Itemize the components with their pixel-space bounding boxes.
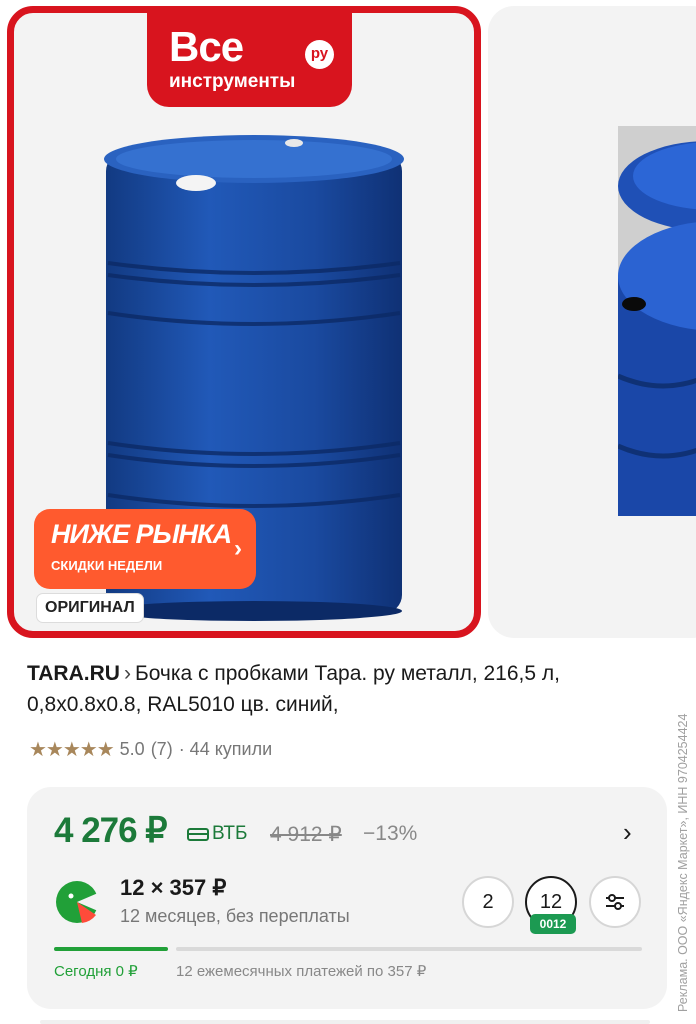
discount-badge: −13% xyxy=(363,822,418,845)
divider xyxy=(40,1020,650,1024)
purchase-count: · 44 купили xyxy=(178,738,273,759)
installment-terms: 12 месяцев, без переплаты xyxy=(120,906,350,926)
star-rating-icon: ★★★★★ xyxy=(29,738,115,761)
chevron-right-icon: › xyxy=(234,535,242,562)
original-badge: ОРИГИНАЛ xyxy=(36,593,144,623)
promo-banner-below-market[interactable]: НИЖЕ РЫНКА СКИДКИ НЕДЕЛИ › xyxy=(34,509,256,589)
review-count: (7) xyxy=(150,738,173,759)
installment-badge: 0012 xyxy=(530,914,576,934)
rating-value: 5.0 xyxy=(119,738,145,759)
installment-settings-button[interactable] xyxy=(589,876,641,928)
bank-card-price: ВТБ xyxy=(187,823,247,845)
brand-logo: Все инструменты ру xyxy=(147,13,352,107)
current-price: 4 276 ₽ xyxy=(54,811,168,850)
product-image-second[interactable] xyxy=(488,6,696,638)
barrel-photo-image xyxy=(618,126,696,516)
payment-progress-today xyxy=(54,947,168,951)
split-logo-icon xyxy=(56,881,100,923)
card-icon xyxy=(187,827,209,841)
installment-amount: 12 × 357 ₽ xyxy=(120,875,227,900)
product-image-main[interactable]: Все инструменты ру НИЖЕ РЫНКА СКИДКИ НЕД… xyxy=(7,6,481,638)
monthly-payments: 12 ежемесячных платежей по 357 ₽ xyxy=(176,963,427,980)
chevron-right-icon[interactable]: › xyxy=(623,817,632,848)
installment-option-2[interactable]: 2 xyxy=(462,876,514,928)
product-title: TARA.RU › Бочка с пробками Тара. ру металл… xyxy=(27,658,667,720)
ad-disclaimer: Реклама. ООО «Яндекс Маркет», ИНН 970425… xyxy=(676,713,690,1012)
price-card[interactable]: 4 276 ₽ ВТБ 4 912 ₽ −13% › 12 × 357 ₽ 12… xyxy=(27,787,667,1009)
rating-row[interactable]: ★★★★★ 5.0 (7) · 44 купили xyxy=(29,735,278,763)
today-payment: Сегодня 0 ₽ xyxy=(54,963,138,980)
old-price: 4 912 ₽ xyxy=(270,823,342,846)
chevron-right-icon: › xyxy=(123,662,131,685)
sliders-icon xyxy=(606,894,624,910)
shop-link[interactable]: TARA.RU xyxy=(27,662,120,685)
payment-progress-remaining xyxy=(176,947,642,951)
product-gallery[interactable]: Все инструменты ру НИЖЕ РЫНКА СКИДКИ НЕД… xyxy=(0,0,696,640)
